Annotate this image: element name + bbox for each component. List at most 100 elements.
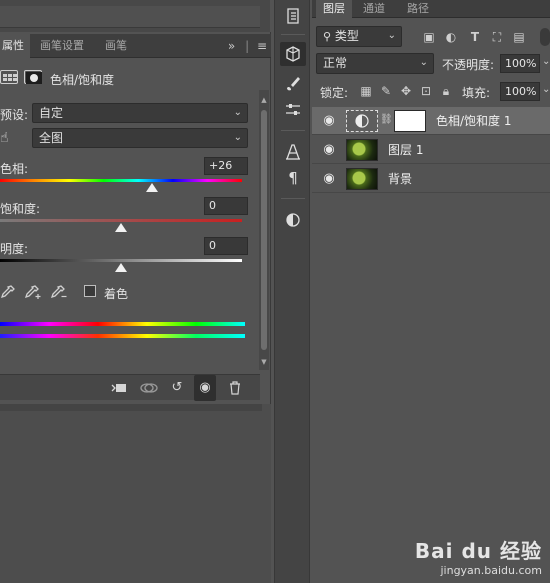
saturation-field[interactable]: 0: [204, 197, 248, 215]
chevron-down-icon: ⌄: [387, 30, 396, 41]
reset-icon[interactable]: ↺: [166, 375, 188, 401]
channel-select[interactable]: 全图 ⌄: [32, 128, 248, 148]
tab-brush-label: 画笔: [105, 39, 127, 52]
lock-row: 锁定: ▦ ✎ ✥ ⊡ 🔒︎ 填充: 100% ⌄: [316, 81, 550, 101]
lock-position-icon[interactable]: ✥: [398, 81, 414, 101]
color-spectrum-bar-bottom: [0, 334, 245, 338]
watermark-brand: Bai du 经验: [414, 539, 542, 563]
fill-field[interactable]: 100%: [500, 82, 540, 101]
properties-scroll-thumb[interactable]: [261, 110, 267, 350]
visibility-eye-icon[interactable]: ◉: [320, 171, 338, 187]
layer-row-background[interactable]: ◉ 背景: [312, 165, 550, 193]
scroll-down-arrow-icon[interactable]: ▼: [259, 358, 269, 366]
filter-kind-select[interactable]: ⚲ 类型 ⌄: [316, 26, 402, 47]
view-previous-state-icon[interactable]: [138, 375, 160, 401]
hue-value: +26: [209, 159, 233, 172]
history-icon[interactable]: [280, 4, 306, 28]
panel-tools: » | ≡: [228, 34, 267, 58]
blend-mode-select[interactable]: 正常 ⌄: [316, 53, 434, 74]
properties-bottom-bar: ↺ ◉: [0, 374, 260, 401]
eyedropper-icon[interactable]: [0, 284, 16, 300]
divider: |: [245, 39, 250, 53]
hue-slider-track[interactable]: [0, 179, 242, 182]
filter-adjustment-icon[interactable]: ◐: [442, 28, 460, 46]
opacity-dropdown-icon[interactable]: ⌄: [542, 56, 550, 67]
lock-artboard-icon[interactable]: ⊡: [418, 81, 434, 101]
paragraph-icon[interactable]: ¶: [280, 166, 306, 190]
saturation-label: 饱和度:: [0, 202, 41, 216]
tab-brush-settings-label: 画笔设置: [40, 39, 84, 52]
colorize-checkbox[interactable]: [84, 285, 96, 297]
layer-name: 背景: [388, 172, 413, 186]
hue-field[interactable]: +26: [204, 157, 248, 175]
layer-thumbnail: [346, 168, 378, 190]
lightness-field[interactable]: 0: [204, 237, 248, 255]
layer-filter-row: ⚲ 类型 ⌄ ▣ ◐ T ⛶ ▤: [316, 26, 550, 48]
saturation-slider-thumb[interactable]: [115, 223, 127, 232]
scroll-up-arrow-icon[interactable]: ▲: [259, 96, 269, 104]
clip-to-layer-icon[interactable]: [108, 375, 130, 401]
layers-panel: 图层 通道 路径 ⚲ 类型 ⌄ ▣ ◐ T ⛶ ▤ 正常 ⌄ 不透明度: 100…: [312, 0, 550, 583]
tab-brush-settings[interactable]: 画笔设置: [34, 34, 90, 58]
layer-name: 色相/饱和度 1: [436, 114, 512, 128]
lock-all-icon[interactable]: 🔒︎: [438, 81, 454, 101]
panel-menu-icon[interactable]: ≡: [257, 39, 267, 53]
tab-layers[interactable]: 图层: [316, 0, 352, 18]
search-icon: ⚲: [323, 30, 332, 43]
brush-settings-icon[interactable]: [280, 72, 306, 96]
sliders-icon[interactable]: [280, 98, 306, 122]
layer-row-hue-saturation[interactable]: ◉ ⛓ 色相/饱和度 1: [312, 107, 550, 135]
saturation-value: 0: [209, 199, 216, 212]
filter-type-icon[interactable]: T: [466, 28, 484, 46]
lock-image-pixels-icon[interactable]: ✎: [378, 81, 394, 101]
tab-channels[interactable]: 通道: [356, 0, 392, 18]
blend-row: 正常 ⌄ 不透明度: 100% ⌄: [316, 53, 550, 75]
top-empty-bar: [0, 0, 270, 32]
saturation-slider-track[interactable]: [0, 219, 242, 222]
targeted-adjustment-hand-icon[interactable]: ☝: [0, 130, 20, 148]
lightness-label: 明度:: [0, 242, 29, 256]
layer-row-layer-1[interactable]: ◉ 图层 1: [312, 136, 550, 164]
filter-smart-object-icon[interactable]: ▤: [510, 28, 528, 46]
adjustments-icon[interactable]: [280, 42, 306, 66]
visibility-eye-icon[interactable]: ◉: [320, 142, 338, 158]
adjustment-title-row: 色相/饱和度: [0, 64, 260, 92]
styles-icon[interactable]: [280, 208, 306, 232]
filter-toggle-icon[interactable]: [540, 28, 550, 46]
tab-paths[interactable]: 路径: [400, 0, 436, 18]
lock-label: 锁定:: [320, 86, 349, 100]
toolbar-divider: [281, 198, 305, 199]
lightness-slider-thumb[interactable]: [115, 263, 127, 272]
mask-icon[interactable]: [24, 70, 42, 84]
eyedropper-add-icon[interactable]: [24, 284, 42, 300]
panel-toolbar: ¶: [274, 0, 310, 583]
tab-brush[interactable]: 画笔: [99, 34, 133, 58]
tab-properties[interactable]: 属性: [0, 34, 30, 58]
delete-trash-icon[interactable]: [224, 375, 246, 401]
opacity-field[interactable]: 100%: [500, 54, 540, 73]
filter-pixel-icon[interactable]: ▣: [420, 28, 438, 46]
filter-kind-value: 类型: [334, 29, 359, 43]
watermark-url: jingyan.baidu.com: [440, 564, 542, 577]
top-bar-inner: [0, 6, 260, 28]
link-chain-icon[interactable]: ⛓: [380, 114, 393, 128]
hue-slider-thumb[interactable]: [146, 183, 158, 192]
collapse-icon[interactable]: »: [228, 39, 235, 53]
lock-transparent-pixels-icon[interactable]: ▦: [358, 81, 374, 101]
resize-grip-strip[interactable]: [0, 404, 262, 411]
adjustment-layer-thumbnail-icon: [346, 110, 378, 132]
preset-select[interactable]: 自定 ⌄: [32, 103, 248, 123]
toggle-visibility-eye-icon[interactable]: ◉: [194, 375, 216, 401]
properties-tabbar: 属性 画笔设置 画笔 » | ≡: [0, 34, 271, 58]
opacity-value: 100%: [505, 57, 537, 70]
visibility-eye-icon[interactable]: ◉: [320, 113, 338, 129]
chevron-down-icon: ⌄: [233, 132, 242, 143]
eyedropper-subtract-icon[interactable]: [50, 284, 68, 300]
filter-shape-icon[interactable]: ⛶: [488, 28, 506, 46]
adjustment-grid-icon[interactable]: [0, 70, 18, 84]
lightness-slider-track[interactable]: [0, 259, 242, 262]
tab-properties-label: 属性: [2, 39, 24, 52]
fill-dropdown-icon[interactable]: ⌄: [542, 84, 550, 95]
layer-mask-thumbnail[interactable]: [394, 110, 426, 132]
character-icon[interactable]: [280, 140, 306, 164]
